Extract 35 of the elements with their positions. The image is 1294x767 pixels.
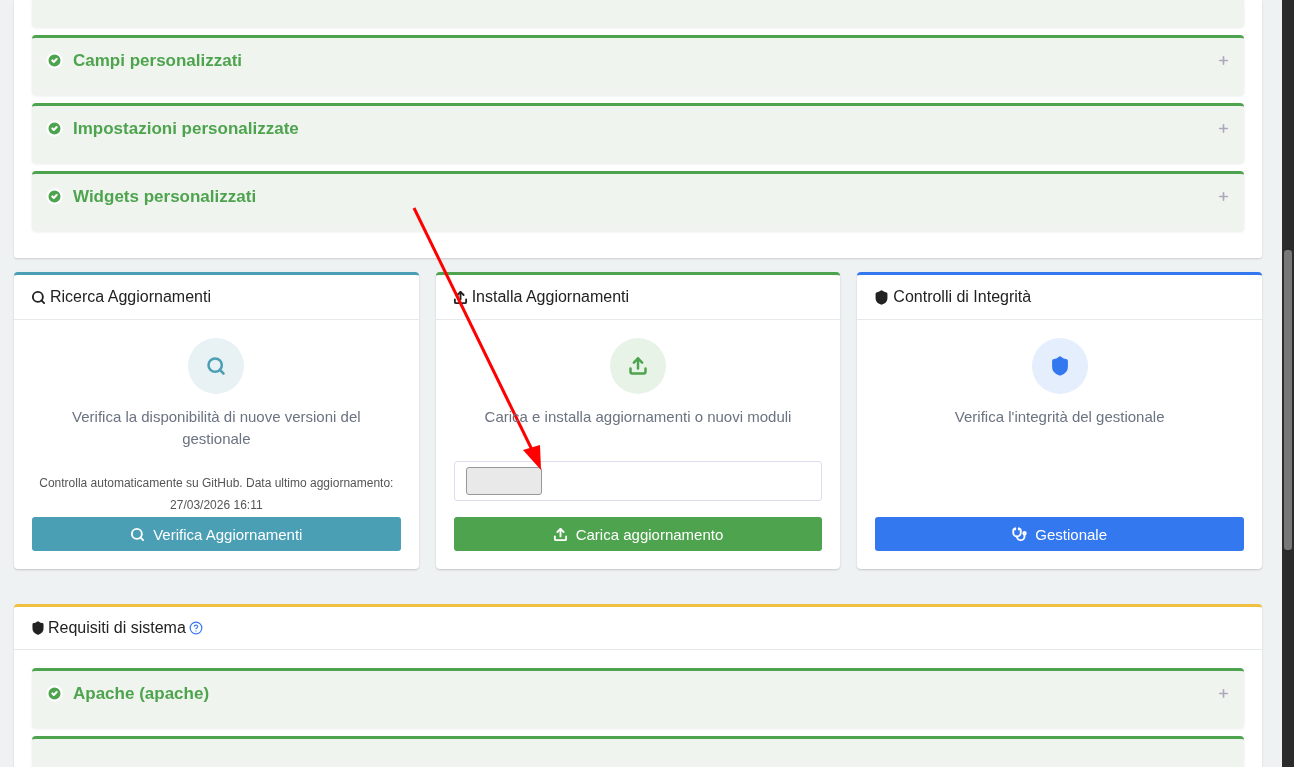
- section-title[interactable]: Widgets personalizzati: [73, 184, 1207, 210]
- file-field[interactable]: [453, 461, 823, 501]
- help-icon[interactable]: [188, 621, 203, 635]
- search-icon: [206, 356, 227, 376]
- check-circle-icon: [46, 52, 63, 69]
- action-button[interactable]: Verifica Aggiornamenti: [32, 517, 401, 551]
- scrollbar[interactable]: [1282, 0, 1294, 767]
- shield-icon: [1049, 356, 1070, 376]
- expand-button[interactable]: [1217, 190, 1230, 203]
- check-circle-icon: [46, 120, 63, 137]
- check-circle-icon: [46, 188, 63, 205]
- expand-button[interactable]: [1217, 54, 1230, 67]
- section-title[interactable]: Campi personalizzati: [73, 48, 1207, 74]
- shield-icon: [874, 289, 890, 305]
- search-icon: [130, 526, 146, 542]
- expand-button[interactable]: [1217, 122, 1230, 135]
- check-circle-icon: [46, 685, 63, 702]
- search-icon: [31, 289, 46, 305]
- shield-icon: [31, 621, 45, 635]
- card-note: Controlla automaticamente su GitHub. Data ultimo aggiornamento: 27/03/2026 16:11: [38, 475, 395, 514]
- card-description: Verifica l'integrità del gestionale: [953, 407, 1166, 427]
- card-title: Ricerca Aggiornamenti: [50, 288, 211, 306]
- card-title: Installa Aggiornamenti: [471, 288, 630, 306]
- panel-title: Requisiti di sistema: [48, 619, 186, 637]
- action-button[interactable]: Carica aggiornamento: [453, 517, 823, 551]
- upload-icon: [452, 289, 468, 305]
- card-title: Controlli di Integrità: [893, 288, 1032, 306]
- upload-icon: [552, 526, 568, 542]
- card-description: Verifica la disponibilità di nuove versioni del gestionale: [71, 407, 362, 449]
- action-button[interactable]: Gestionale: [875, 517, 1244, 551]
- expand-button[interactable]: [1217, 687, 1230, 700]
- stethoscope-icon: [1012, 526, 1028, 542]
- section-title[interactable]: Apache (apache): [73, 681, 1207, 707]
- section-title[interactable]: Impostazioni personalizzate: [73, 116, 1207, 142]
- upload-icon: [628, 356, 648, 376]
